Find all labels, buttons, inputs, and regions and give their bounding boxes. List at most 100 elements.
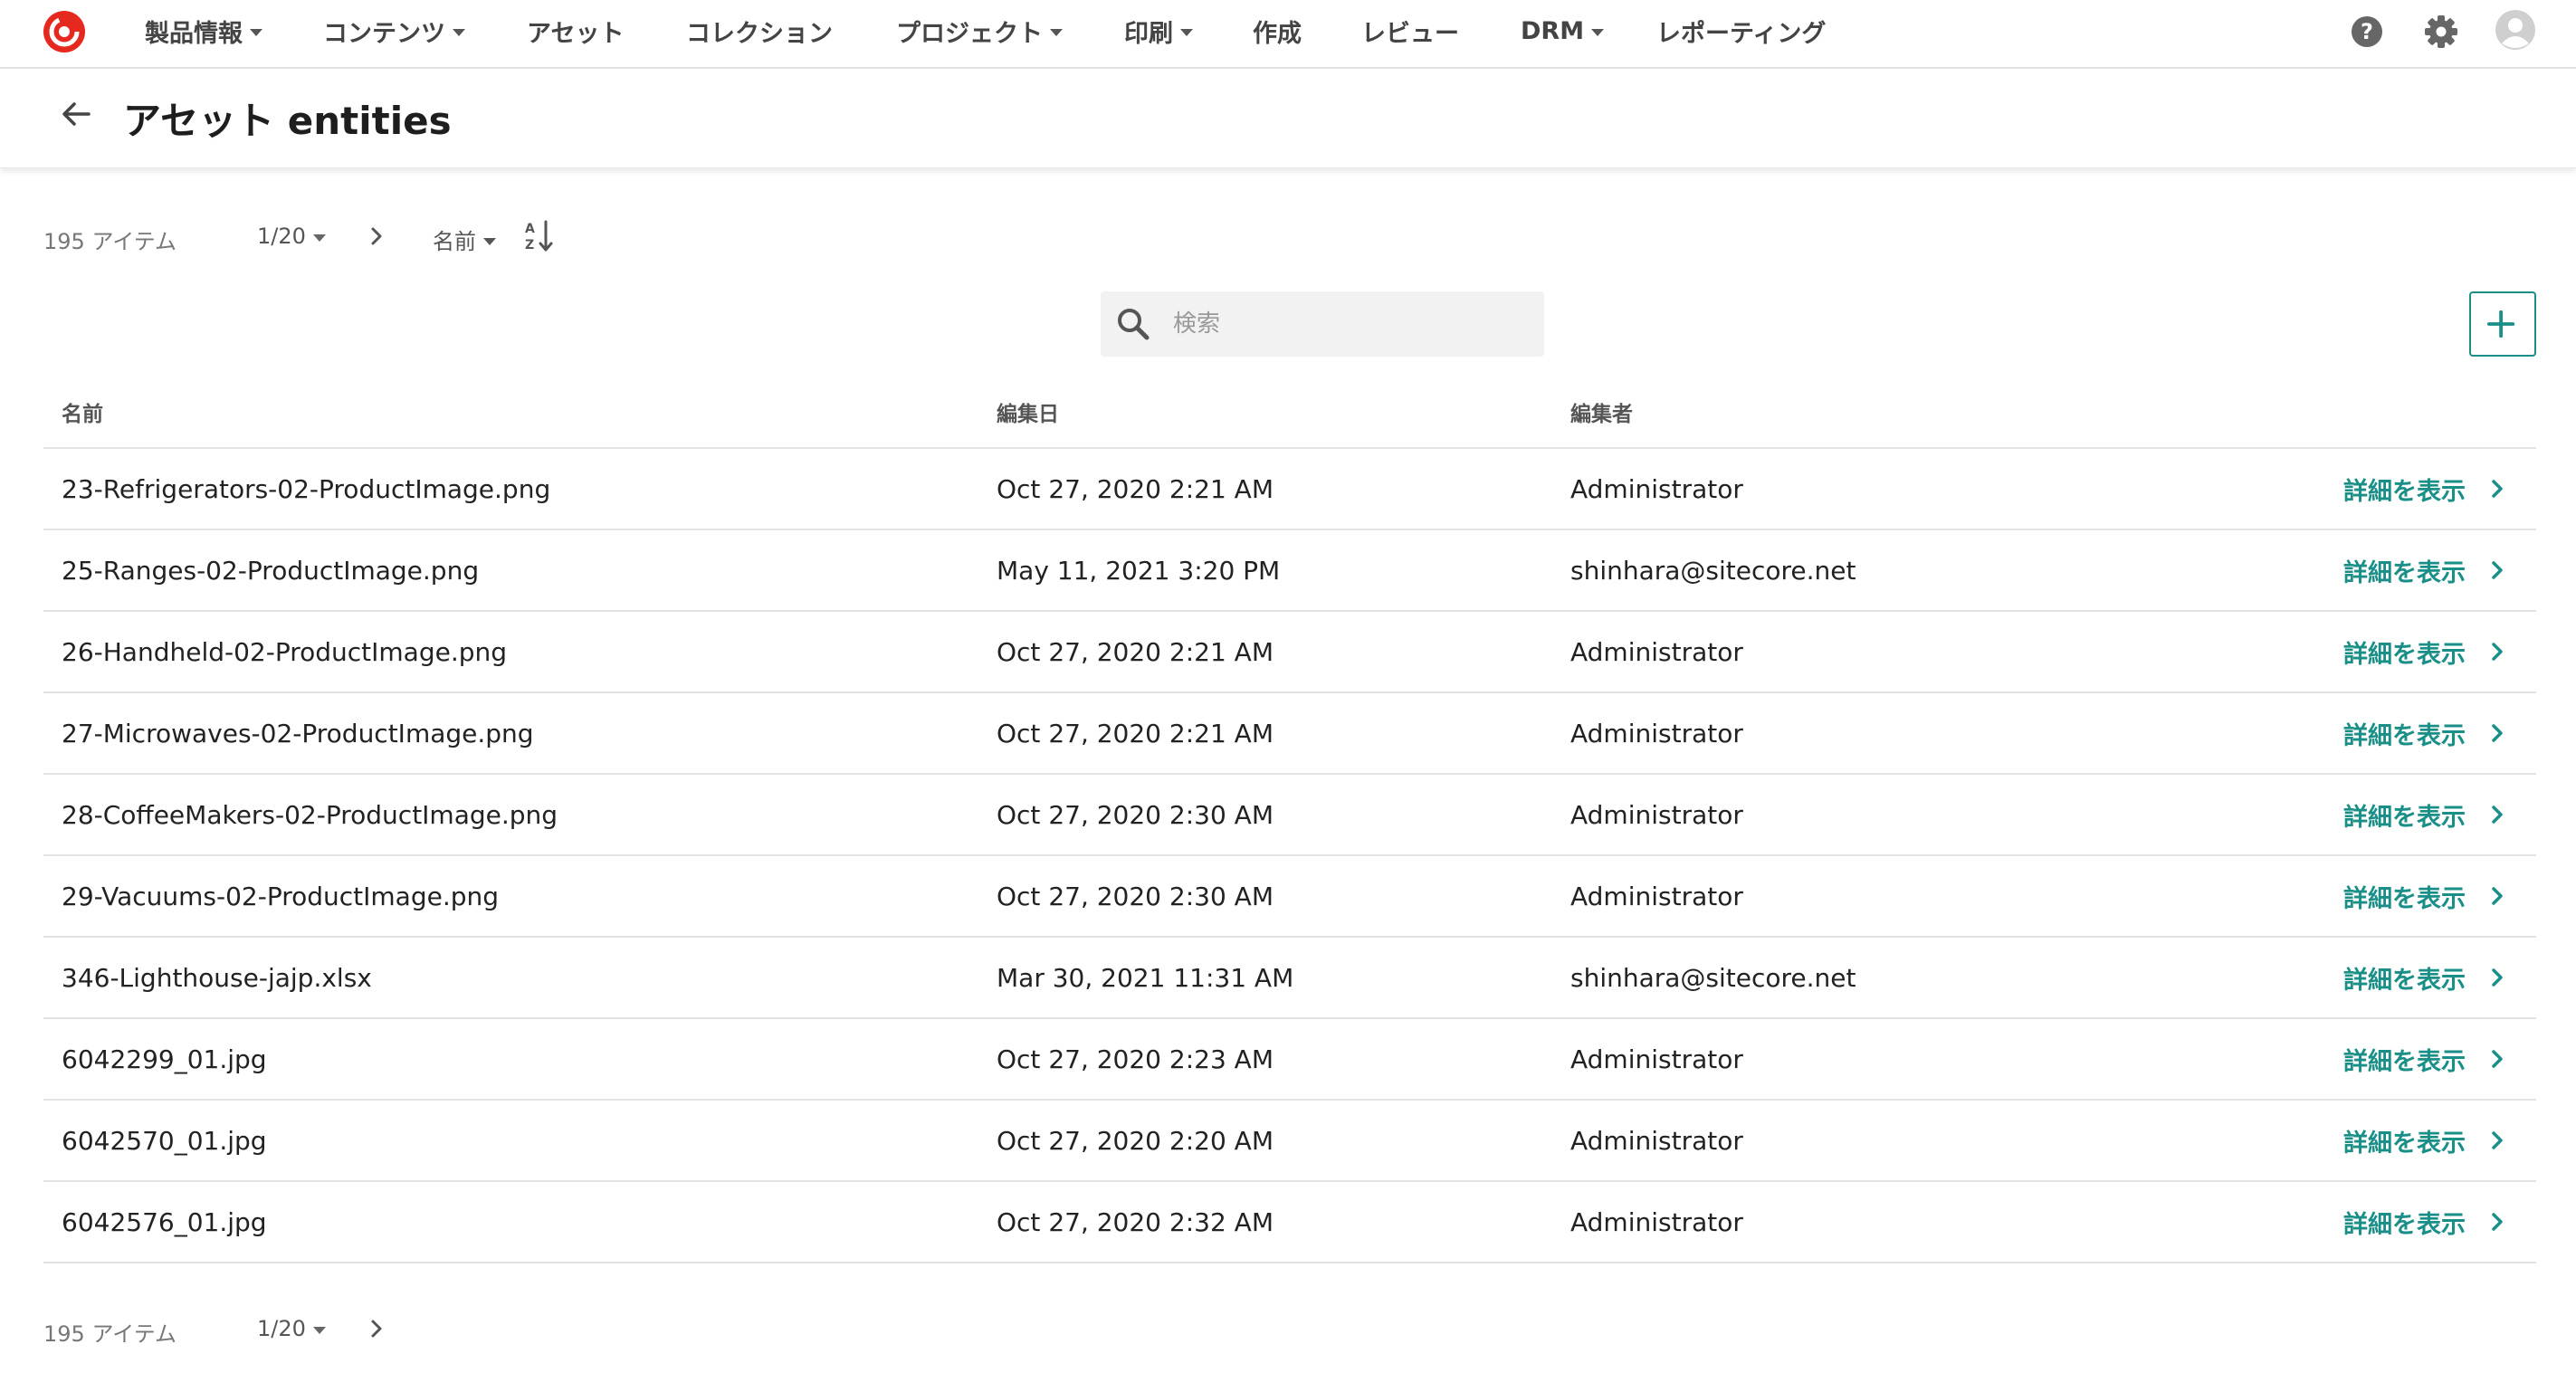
table-row[interactable]: 6042299_01.jpg Oct 27, 2020 2:23 AM Admini… [43,1019,2536,1101]
view-details-link[interactable]: 詳細を表示 [2343,552,2511,588]
asset-name[interactable]: 6042299_01.jpg [62,1044,267,1074]
sort-field-selector[interactable]: 名前 [433,224,496,255]
page-selector[interactable]: 1/20 [257,1316,326,1341]
asset-name[interactable]: 29-Vacuums-02-ProductImage.png [62,882,499,911]
view-details-label: 詳細を表示 [2343,558,2466,587]
help-icon[interactable]: ? [2348,13,2386,51]
caret-down-icon [312,1327,326,1334]
user-avatar-icon[interactable] [2495,9,2536,51]
chevron-right-icon [2492,806,2503,824]
asset-name[interactable]: 26-Handheld-02-ProductImage.png [62,637,507,667]
page-indicator: 1/20 [257,1316,306,1341]
view-details-link[interactable]: 詳細を表示 [2343,878,2511,914]
nav-item-print[interactable]: 印刷 [1124,13,1193,49]
editor: Administrator [1570,1044,1743,1074]
list-footer-toolbar: 195 アイテム 1/20 [0,1311,724,1347]
search-icon [1118,309,1150,340]
editor: Administrator [1570,719,1743,748]
table-row[interactable]: 23-Refrigerators-02-ProductImage.png Oct … [43,449,2536,530]
caret-down-icon [1050,29,1063,36]
search-input[interactable] [1173,302,1526,346]
editor: shinhara@sitecore.net [1570,556,1856,586]
edited-date: Oct 27, 2020 2:21 AM [997,719,1274,748]
page-title: アセット entities [123,99,452,143]
next-page-chevron-icon[interactable] [364,222,389,251]
chevron-right-icon [2492,561,2503,579]
view-details-link[interactable]: 詳細を表示 [2343,796,2511,833]
edited-date: Oct 27, 2020 2:30 AM [997,882,1274,911]
search-box[interactable] [1101,291,1544,357]
edited-date: Oct 27, 2020 2:30 AM [997,800,1274,830]
view-details-link[interactable]: 詳細を表示 [2343,471,2511,507]
view-details-link[interactable]: 詳細を表示 [2343,1204,2511,1240]
table-row[interactable]: 346-Lighthouse-jajp.xlsx Mar 30, 2021 11:… [43,938,2536,1019]
asset-name[interactable]: 6042576_01.jpg [62,1207,267,1237]
table-row[interactable]: 29-Vacuums-02-ProductImage.png Oct 27, 20… [43,856,2536,938]
editor: Administrator [1570,1126,1743,1156]
sitecore-logo-icon[interactable] [42,9,87,54]
nav-item-assets[interactable]: アセット [527,13,624,49]
table-row[interactable]: 25-Ranges-02-ProductImage.png May 11, 202… [43,530,2536,612]
nav-label: コレクション [686,19,833,48]
nav-item-projects[interactable]: プロジェクト [896,13,1063,49]
nav-label: アセット [527,19,625,48]
table-row[interactable]: 6042570_01.jpg Oct 27, 2020 2:20 AM Admini… [43,1101,2536,1182]
nav-item-reporting[interactable]: レポーティング [1656,13,1826,49]
caret-down-icon [1591,29,1605,36]
table-row[interactable]: 27-Microwaves-02-ProductImage.png Oct 27,… [43,693,2536,775]
nav-item-create[interactable]: 作成 [1253,13,1302,49]
edited-date: Mar 30, 2021 11:31 AM [997,963,1294,993]
nav-label: DRM [1521,16,1585,45]
asset-name[interactable]: 25-Ranges-02-ProductImage.png [62,556,479,586]
svg-text:?: ? [2361,19,2373,44]
chevron-right-icon [2492,480,2503,498]
nav-item-product-info[interactable]: 製品情報 [145,13,262,49]
sort-field-label: 名前 [433,229,476,254]
asset-name[interactable]: 28-CoffeeMakers-02-ProductImage.png [62,800,558,830]
view-details-label: 詳細を表示 [2343,884,2466,913]
sort-direction-icon[interactable]: A Z [523,218,556,254]
editor: Administrator [1570,1207,1743,1237]
assets-table: 名前 編集日 編集者 23-Refrigerators-02-ProductIm… [43,380,2536,1263]
nav-item-content[interactable]: コンテンツ [323,13,465,49]
nav-label: 製品情報 [145,19,243,48]
plus-icon [2487,310,2515,338]
view-details-link[interactable]: 詳細を表示 [2343,959,2511,996]
add-asset-button[interactable] [2469,291,2536,357]
chevron-right-icon [2492,887,2503,905]
settings-gear-icon[interactable] [2422,13,2460,51]
svg-text:Z: Z [525,238,534,253]
next-page-chevron-icon[interactable] [364,1314,389,1343]
item-count: 195 アイテム [43,1321,177,1347]
asset-name[interactable]: 6042570_01.jpg [62,1126,267,1156]
nav-item-drm[interactable]: DRM [1521,13,1605,49]
asset-name[interactable]: 346-Lighthouse-jajp.xlsx [62,963,372,993]
nav-label: 印刷 [1124,19,1173,48]
nav-label: レビュー [1361,19,1459,48]
asset-name[interactable]: 23-Refrigerators-02-ProductImage.png [62,474,550,504]
caret-down-icon [250,29,262,36]
back-arrow-icon[interactable] [56,94,96,134]
view-details-link[interactable]: 詳細を表示 [2343,1041,2511,1077]
chevron-right-icon [2492,1050,2503,1068]
view-details-link[interactable]: 詳細を表示 [2343,1122,2511,1158]
asset-name[interactable]: 27-Microwaves-02-ProductImage.png [62,719,534,748]
view-details-label: 詳細を表示 [2343,1210,2466,1239]
nav-item-collections[interactable]: コレクション [686,13,833,49]
nav-item-review[interactable]: レビュー [1361,13,1459,49]
editor: Administrator [1570,474,1743,504]
column-header-editor[interactable]: 編集者 [1570,396,1633,427]
edited-date: May 11, 2021 3:20 PM [997,556,1281,586]
edited-date: Oct 27, 2020 2:32 AM [997,1207,1274,1237]
table-row[interactable]: 26-Handheld-02-ProductImage.png Oct 27, 2… [43,612,2536,693]
view-details-label: 詳細を表示 [2343,1129,2466,1158]
chevron-right-icon [2492,1131,2503,1149]
view-details-link[interactable]: 詳細を表示 [2343,715,2511,751]
table-row[interactable]: 6042576_01.jpg Oct 27, 2020 2:32 AM Admini… [43,1182,2536,1263]
table-row[interactable]: 28-CoffeeMakers-02-ProductImage.png Oct 2… [43,775,2536,856]
page-selector[interactable]: 1/20 [257,224,326,249]
caret-down-icon [483,237,496,245]
column-header-name[interactable]: 名前 [62,396,103,427]
column-header-edited-date[interactable]: 編集日 [997,396,1059,427]
view-details-link[interactable]: 詳細を表示 [2343,634,2511,670]
